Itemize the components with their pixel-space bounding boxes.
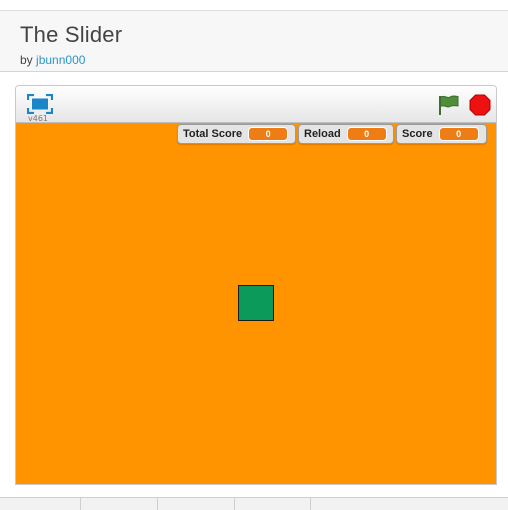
fullscreen-icon[interactable]: [26, 93, 54, 115]
stage[interactable]: Total Score 0 Reload 0 Score 0: [16, 123, 496, 484]
tab[interactable]: [0, 498, 81, 510]
tab[interactable]: [235, 498, 311, 510]
sprite-square[interactable]: [238, 285, 274, 321]
monitor-total-score: Total Score 0: [177, 124, 296, 144]
monitor-value: 0: [438, 127, 479, 141]
version-label: v461: [28, 114, 49, 123]
monitor-label: Score: [402, 128, 433, 140]
stop-sign-icon[interactable]: [469, 94, 491, 116]
monitor-value: 0: [248, 127, 289, 141]
monitor-reload: Reload 0: [298, 124, 394, 144]
monitor-score: Score 0: [396, 124, 487, 144]
tab[interactable]: [158, 498, 235, 510]
project-byline: by jbunn000: [20, 53, 85, 67]
player-controls: v461: [16, 86, 496, 123]
green-flag-icon[interactable]: [436, 93, 460, 117]
author-link[interactable]: jbunn000: [36, 53, 85, 67]
monitor-value: 0: [346, 127, 387, 141]
tab[interactable]: [81, 498, 158, 510]
bottom-tabs-bar: [0, 497, 508, 510]
monitor-label: Reload: [304, 128, 341, 140]
monitor-label: Total Score: [183, 128, 243, 140]
project-title: The Slider: [20, 22, 123, 47]
byline-prefix: by: [20, 53, 33, 67]
project-player: v461 Total Score 0 Reload 0 Score 0: [15, 85, 497, 485]
project-header: The Slider by jbunn000: [0, 10, 508, 72]
